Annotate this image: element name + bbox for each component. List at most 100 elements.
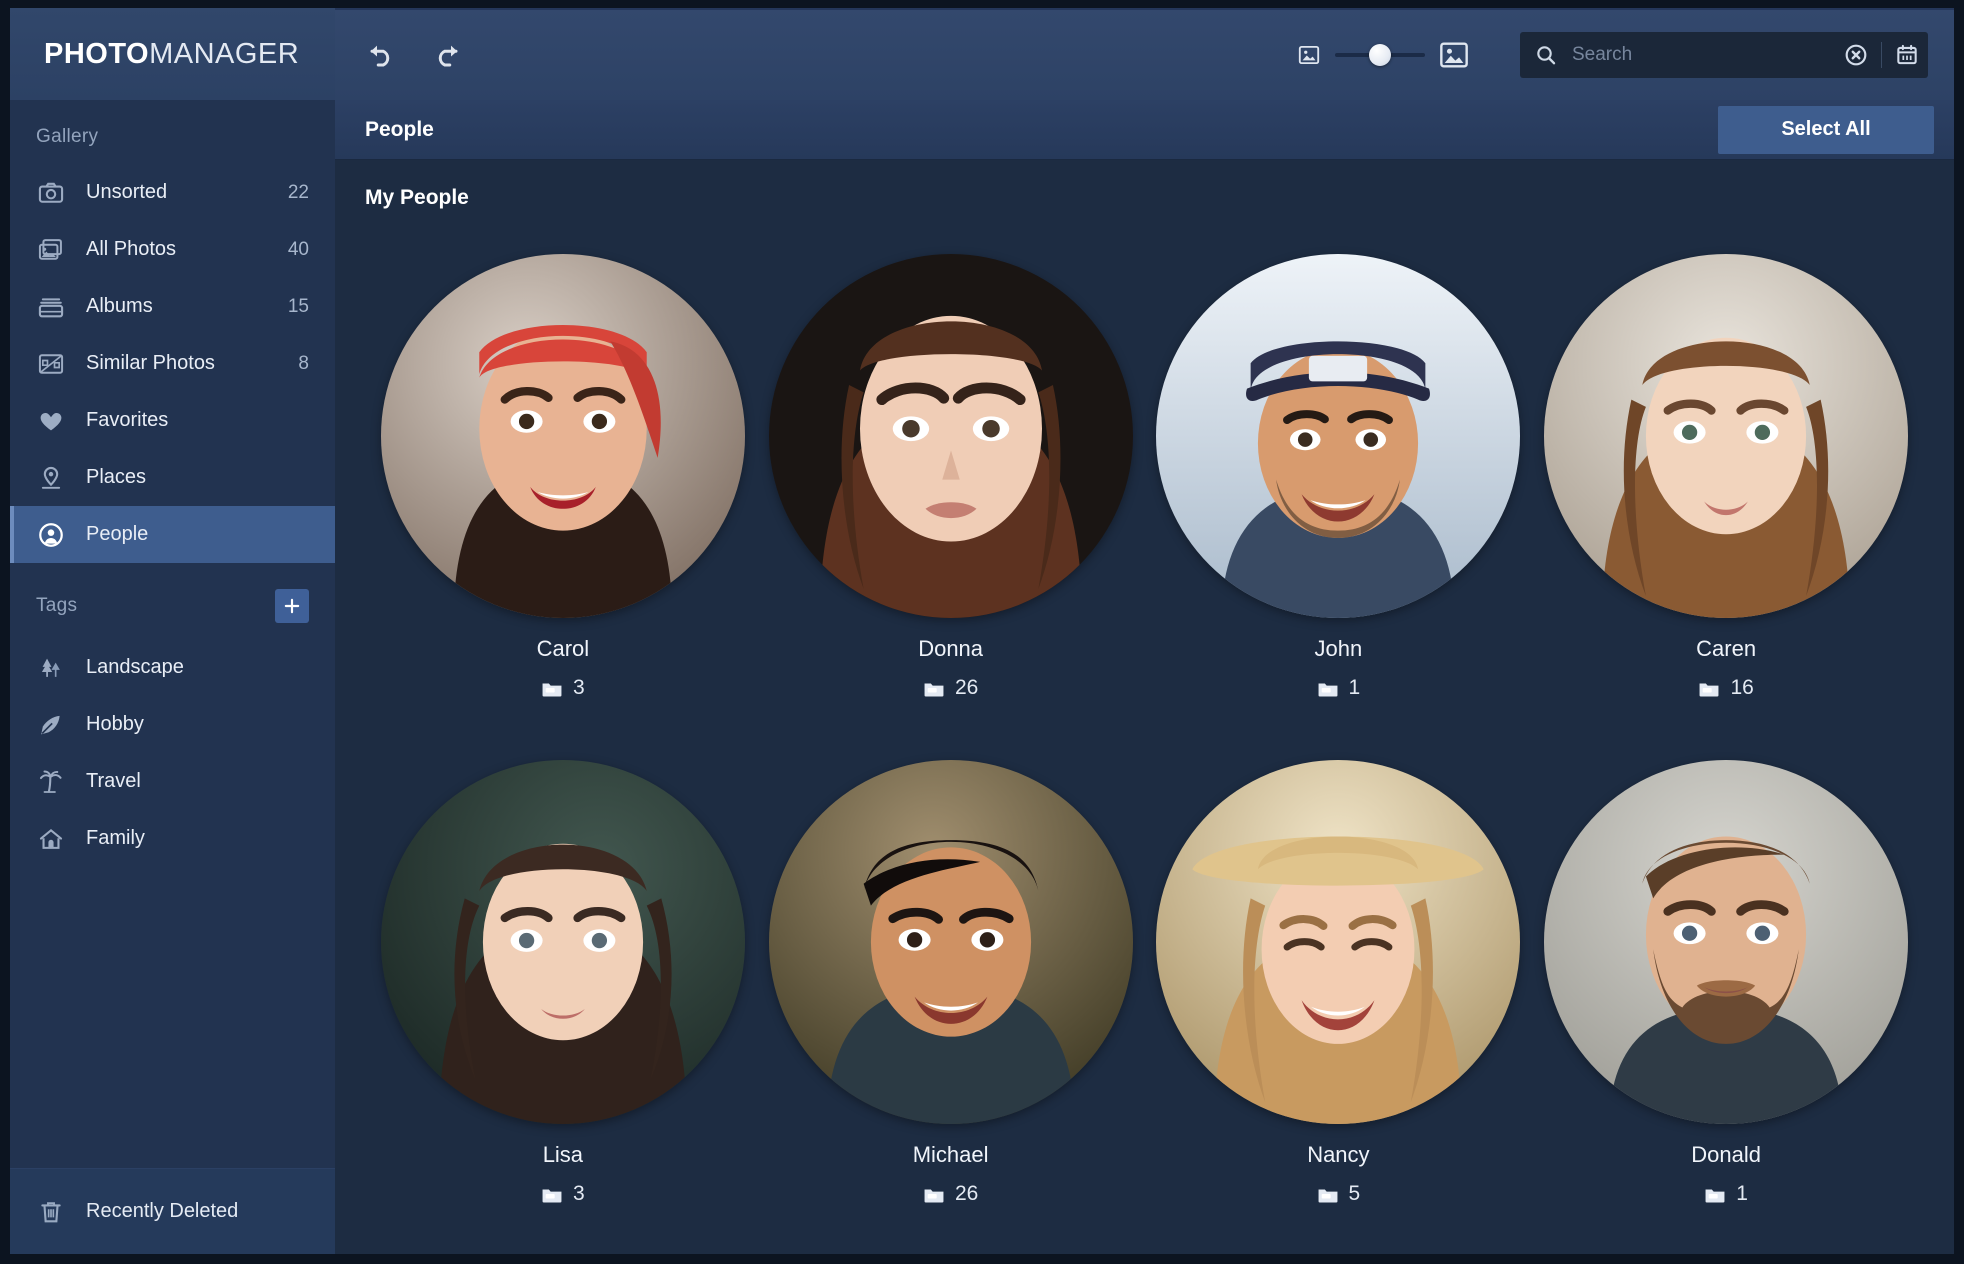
- sidebar-item-count: 15: [287, 295, 309, 317]
- photo-stack-icon: [1705, 1189, 1725, 1203]
- sidebar-group-gallery-label: Gallery: [36, 126, 99, 147]
- sidebar-item-tag-family[interactable]: Family: [10, 810, 335, 867]
- section-title: My People: [365, 186, 469, 209]
- sidebar-item-label: Family: [86, 827, 145, 849]
- sidebar-item-label: Landscape: [86, 656, 184, 678]
- sidebar: Gallery Unsorted 22 All Photos 40 Albums…: [10, 100, 335, 1254]
- person-photo-count: 5: [1317, 1182, 1361, 1206]
- sidebar-item-count: 22: [287, 181, 309, 203]
- count-value: 3: [573, 1182, 585, 1205]
- avatar[interactable]: [1544, 760, 1909, 1124]
- sidebar-item-count: 40: [287, 238, 309, 260]
- sidebar-group-tags-label: Tags: [36, 595, 78, 616]
- top-toolbar: PHOTOMANAGER: [10, 8, 1954, 100]
- select-all-button[interactable]: Select All: [1718, 105, 1934, 154]
- avatar[interactable]: [1156, 254, 1521, 618]
- window-body: Gallery Unsorted 22 All Photos 40 Albums…: [10, 100, 1954, 1254]
- person-card[interactable]: Michael 26: [757, 730, 1145, 1236]
- sidebar-item-label: All Photos: [86, 238, 177, 260]
- photo-manager-window: PHOTOMANAGER Search Gallery Unsorted 22 …: [10, 8, 1954, 1254]
- location-pin-icon: [36, 463, 66, 493]
- person-card[interactable]: Nancy 5: [1145, 730, 1533, 1236]
- person-name: Caren: [1696, 636, 1757, 661]
- person-card[interactable]: Donna 26: [757, 224, 1145, 730]
- sidebar-item-favorites[interactable]: Favorites: [10, 392, 335, 449]
- search-bar[interactable]: [1520, 32, 1928, 78]
- calendar-icon[interactable]: [1894, 42, 1920, 68]
- person-name: Carol: [536, 636, 590, 661]
- content-area: People Select All My People Carol 3 Donn…: [335, 100, 1954, 1254]
- sidebar-item-unsorted[interactable]: Unsorted 22: [10, 164, 335, 221]
- sidebar-item-similar-photos[interactable]: Similar Photos 8: [10, 335, 335, 392]
- sidebar-item-places[interactable]: Places: [10, 449, 335, 506]
- avatar[interactable]: [380, 760, 745, 1124]
- feather-icon: [36, 710, 66, 740]
- sidebar-item-recently-deleted[interactable]: Recently Deleted: [10, 1168, 335, 1254]
- similar-photos-icon: [36, 349, 66, 379]
- sidebar-footer-label: Recently Deleted: [86, 1200, 239, 1222]
- avatar[interactable]: [1544, 254, 1909, 618]
- app-window-frame: PHOTOMANAGER Search Gallery Unsorted 22 …: [0, 0, 1964, 1264]
- add-tag-button[interactable]: [275, 589, 309, 623]
- avatar[interactable]: [380, 254, 745, 618]
- sidebar-item-all-photos[interactable]: All Photos 40: [10, 221, 335, 278]
- person-photo-count: 26: [923, 676, 978, 700]
- avatar[interactable]: [768, 254, 1133, 618]
- sidebar-item-tag-landscape[interactable]: Landscape: [10, 639, 335, 696]
- person-name: Lisa: [542, 1142, 584, 1167]
- sidebar-item-count: 8: [298, 352, 309, 374]
- albums-icon: [36, 292, 66, 322]
- sidebar-scroll-area: Gallery Unsorted 22 All Photos 40 Albums…: [10, 100, 335, 1168]
- toolbar-controls: [335, 8, 1954, 100]
- person-card[interactable]: Carol 3: [369, 224, 757, 730]
- photo-stack-icon: [924, 1189, 944, 1203]
- person-name: Donna: [918, 636, 984, 661]
- sidebar-item-label: Places: [86, 466, 147, 488]
- count-value: 26: [954, 676, 979, 699]
- person-card[interactable]: Caren 16: [1532, 224, 1920, 730]
- person-photo-count: 3: [541, 1182, 585, 1206]
- photo-stack-icon: [1699, 683, 1719, 697]
- redo-icon: [438, 45, 458, 67]
- person-photo-count: 1: [1317, 676, 1360, 700]
- sidebar-item-tag-hobby[interactable]: Hobby: [10, 696, 335, 753]
- slider-knob[interactable]: [1369, 44, 1391, 66]
- undo-button[interactable]: [363, 36, 401, 74]
- palm-tree-icon: [36, 767, 66, 797]
- avatar[interactable]: [1156, 760, 1521, 1124]
- photo-stack-icon: [1318, 683, 1337, 697]
- camera-icon: [36, 178, 66, 208]
- content-header: People Select All: [335, 100, 1954, 160]
- clear-circle-icon[interactable]: [1843, 42, 1869, 68]
- trees-icon: [36, 653, 66, 683]
- person-photo-count: 26: [923, 1182, 978, 1206]
- person-card[interactable]: John 1: [1145, 224, 1533, 730]
- redo-button[interactable]: [427, 36, 465, 74]
- large-thumbnail-icon[interactable]: [1438, 39, 1470, 71]
- slider-track[interactable]: [1335, 44, 1425, 66]
- search-input[interactable]: [1558, 44, 1843, 66]
- photo-stack-icon: [924, 683, 944, 697]
- count-value: 5: [1348, 1182, 1361, 1205]
- person-card[interactable]: Lisa 3: [369, 730, 757, 1236]
- sidebar-item-people[interactable]: People: [10, 506, 335, 563]
- count-value: 3: [573, 676, 585, 699]
- person-name: Michael: [912, 1142, 989, 1167]
- sidebar-item-albums[interactable]: Albums 15: [10, 278, 335, 335]
- count-value: 26: [954, 1182, 979, 1205]
- sidebar-item-tag-travel[interactable]: Travel: [10, 753, 335, 810]
- sidebar-group-tags-header: Tags: [10, 563, 335, 639]
- photo-stack-icon: [542, 683, 562, 697]
- logo-light-text: MANAGER: [149, 37, 300, 70]
- person-name: Donald: [1691, 1142, 1761, 1167]
- breadcrumb: People: [365, 117, 434, 141]
- heart-icon: [36, 406, 66, 436]
- person-card[interactable]: Donald 1: [1532, 730, 1920, 1236]
- person-name: John: [1314, 636, 1363, 661]
- sidebar-item-label: Travel: [86, 770, 141, 792]
- avatar[interactable]: [768, 760, 1133, 1124]
- sidebar-item-label: Similar Photos: [86, 352, 215, 374]
- thumbnail-size-slider[interactable]: [1296, 39, 1470, 71]
- sidebar-item-label: People: [86, 523, 149, 545]
- small-thumbnail-icon[interactable]: [1296, 42, 1322, 68]
